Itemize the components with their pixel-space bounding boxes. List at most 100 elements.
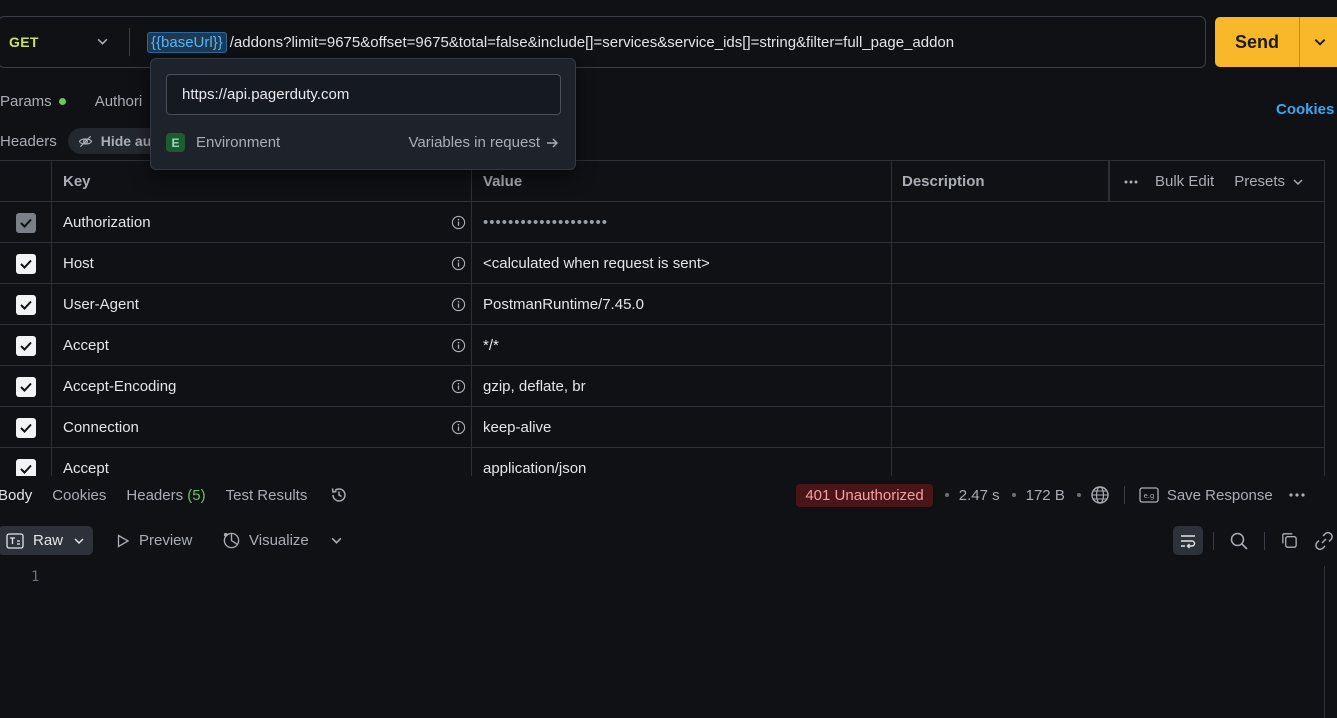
raw-format-dropdown[interactable]: Raw [0, 526, 93, 555]
header-description[interactable] [891, 202, 1325, 243]
row-checkbox[interactable] [16, 212, 36, 233]
tab-params[interactable]: Params [0, 93, 66, 110]
method-label: GET [9, 34, 39, 50]
more-options-icon[interactable] [1124, 180, 1138, 184]
wrap-lines-icon[interactable] [1173, 526, 1203, 555]
cookies-link[interactable]: Cookies [1276, 101, 1334, 118]
header-description[interactable] [891, 325, 1325, 366]
visualize-options-chevron-icon[interactable] [330, 526, 343, 555]
info-icon[interactable] [451, 256, 466, 275]
play-icon [116, 533, 130, 548]
row-checkbox[interactable] [16, 376, 36, 397]
response-tabs: Body Cookies Headers (5) Test Results 40… [0, 483, 1337, 507]
header-key[interactable]: User-Agent [63, 296, 139, 313]
link-icon[interactable] [1314, 526, 1334, 555]
line-number: 1 [31, 569, 40, 585]
table-row: User-Agent PostmanRuntime/7.45.0 [0, 284, 1325, 325]
table-row: Host <calculated when request is sent> [0, 243, 1325, 284]
row-checkbox[interactable] [16, 335, 36, 356]
send-options-chevron-icon[interactable] [1300, 35, 1337, 49]
separator-dot [944, 493, 949, 497]
hide-auto-generated-button[interactable]: Hide au [67, 128, 162, 154]
header-key[interactable]: Host [63, 255, 94, 272]
header-value[interactable]: <calculated when request is sent> [483, 255, 710, 272]
info-icon[interactable] [451, 379, 466, 398]
header-key[interactable]: Accept-Encoding [63, 378, 176, 395]
header-description[interactable] [891, 448, 1325, 476]
copy-icon[interactable] [1280, 526, 1299, 555]
send-button[interactable]: Send [1215, 32, 1299, 53]
environment-badge: E [166, 133, 185, 152]
separator-dot [1076, 493, 1081, 497]
search-icon[interactable] [1229, 526, 1249, 555]
toolbar-divider [1213, 532, 1214, 550]
header-value[interactable]: gzip, deflate, br [483, 378, 586, 395]
raw-label: Raw [33, 532, 64, 549]
header-value[interactable]: •••••••••••••••••••• [483, 214, 608, 231]
headers-subheader: Headers Hide au [0, 128, 162, 154]
save-response-button[interactable]: e.g Save Response [1139, 487, 1273, 504]
header-description[interactable] [891, 243, 1325, 284]
headers-label: Headers [0, 132, 57, 150]
preview-label: Preview [139, 532, 193, 549]
info-icon[interactable] [451, 420, 466, 439]
tab-headers-count: (5) [187, 486, 206, 504]
method-selector[interactable]: GET [0, 17, 129, 67]
header-value[interactable]: keep-alive [483, 419, 551, 436]
status-badge[interactable]: 401 Unauthorized [796, 483, 933, 507]
header-checkbox-cell [0, 161, 52, 202]
header-description[interactable] [891, 284, 1325, 325]
more-options-icon[interactable] [1289, 493, 1305, 497]
url-path: /addons?limit=9675&offset=9675&total=fal… [229, 33, 955, 51]
table-row: Connection keep-alive [0, 407, 1325, 448]
arrow-right-icon [546, 137, 559, 149]
table-actions: Bulk Edit Presets [1109, 161, 1325, 202]
header-value[interactable]: PostmanRuntime/7.45.0 [483, 296, 644, 313]
variable-value-input[interactable]: https://api.pagerduty.com [166, 74, 561, 115]
save-example-icon: e.g [1139, 487, 1159, 503]
response-body-editor[interactable]: 1 [0, 566, 1325, 718]
info-icon[interactable] [451, 297, 466, 316]
hide-auto-label: Hide au [100, 133, 152, 149]
response-time[interactable]: 2.47 s [959, 487, 1000, 504]
row-checkbox[interactable] [16, 294, 36, 315]
url-input[interactable]: {{baseUrl}} /addons?limit=9675&offset=96… [130, 31, 955, 53]
separator-dot [1011, 493, 1016, 497]
info-icon[interactable] [451, 338, 466, 357]
globe-icon[interactable] [1090, 485, 1110, 505]
row-checkbox[interactable] [16, 417, 36, 438]
history-icon[interactable] [329, 485, 349, 505]
header-key[interactable]: Authorization [63, 214, 151, 231]
header-value[interactable]: */* [483, 337, 499, 354]
header-key[interactable]: Accept [63, 460, 109, 476]
response-size[interactable]: 172 B [1026, 487, 1065, 504]
variables-in-request-link[interactable]: Variables in request [409, 134, 559, 151]
bulk-edit-button[interactable]: Bulk Edit [1155, 173, 1214, 190]
row-checkbox[interactable] [16, 458, 36, 476]
header-key[interactable]: Accept [63, 337, 109, 354]
preview-button[interactable]: Preview [116, 526, 192, 555]
tab-cookies[interactable]: Cookies [52, 487, 106, 504]
params-indicator-dot [58, 97, 66, 105]
chevron-down-icon [96, 35, 109, 52]
divider [1123, 486, 1125, 504]
table-row: Authorization •••••••••••••••••••• [0, 202, 1325, 243]
tab-body[interactable]: Body [0, 487, 32, 504]
presets-dropdown[interactable]: Presets [1234, 173, 1304, 190]
tab-params-label: Params [0, 92, 52, 110]
info-icon[interactable] [451, 215, 466, 234]
base-url-variable[interactable]: {{baseUrl}} [147, 31, 227, 53]
header-description[interactable] [891, 366, 1325, 407]
tab-test-results[interactable]: Test Results [226, 487, 308, 504]
header-value[interactable]: application/json [483, 460, 586, 476]
header-description[interactable] [891, 407, 1325, 448]
row-checkbox[interactable] [16, 253, 36, 274]
visualize-button[interactable]: Visualize [222, 526, 309, 555]
save-response-label: Save Response [1166, 486, 1273, 504]
tab-authorization[interactable]: Authori [95, 93, 143, 110]
variables-link-label: Variables in request [408, 134, 540, 151]
tab-headers[interactable]: Headers (5) [126, 487, 205, 504]
header-key[interactable]: Connection [63, 419, 139, 436]
tab-authorization-label: Authori [94, 92, 143, 110]
table-row: Accept */* [0, 325, 1325, 366]
